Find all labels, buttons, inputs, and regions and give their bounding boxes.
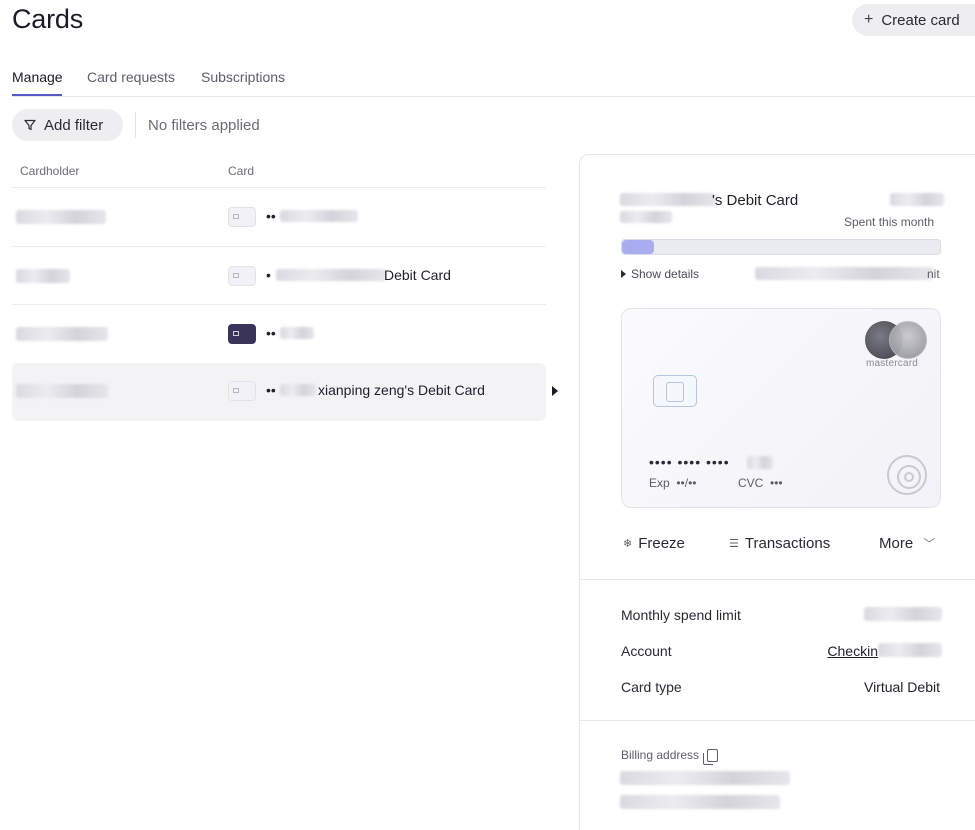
cardholder-name-redacted bbox=[16, 384, 108, 398]
freeze-button[interactable]: ❄ Freeze bbox=[623, 535, 685, 552]
card-title-redacted bbox=[620, 193, 716, 206]
card-cvc: CVC ••• bbox=[738, 476, 783, 490]
cardholder-name-redacted bbox=[16, 327, 108, 341]
contactless-icon bbox=[887, 455, 927, 495]
billing-address-header: Billing address bbox=[621, 748, 719, 765]
tab-subscriptions[interactable]: Subscriptions bbox=[201, 69, 285, 85]
chevron-down-icon: ﹀ bbox=[923, 537, 936, 551]
card-name-redacted bbox=[280, 384, 316, 396]
page-title: Cards bbox=[12, 4, 84, 34]
monthly-limit-label: Monthly spend limit bbox=[621, 607, 741, 623]
card-thumbnail bbox=[228, 266, 256, 286]
account-label: Account bbox=[621, 643, 672, 659]
card-number-last4-redacted bbox=[747, 456, 773, 469]
card-label: •• bbox=[266, 382, 276, 398]
active-tab-indicator bbox=[12, 94, 62, 96]
list-icon: ☰ bbox=[729, 538, 739, 550]
expand-triangle-icon bbox=[621, 270, 626, 278]
freeze-label: Freeze bbox=[638, 535, 685, 552]
card-name-redacted bbox=[280, 210, 358, 222]
more-dropdown[interactable]: More ﹀ bbox=[879, 535, 935, 552]
copy-icon[interactable] bbox=[703, 748, 719, 765]
table-row[interactable]: •• bbox=[12, 304, 546, 362]
exp-value: ••/•• bbox=[676, 476, 697, 490]
card-actions: ❄ Freeze ☰ Transactions More ﹀ bbox=[621, 535, 951, 559]
card-title: 's Debit Card bbox=[712, 192, 799, 209]
card-detail-panel: 's Debit Card Spent this month Show deta… bbox=[579, 154, 975, 830]
card-name-redacted bbox=[280, 327, 314, 339]
filter-status: No filters applied bbox=[148, 117, 260, 134]
divider bbox=[580, 579, 975, 580]
card-subtitle-redacted bbox=[620, 211, 672, 223]
monthly-limit-value-redacted bbox=[864, 607, 942, 621]
column-header-cardholder: Cardholder bbox=[20, 164, 80, 178]
card-label-suffix: xianping zeng's Debit Card bbox=[318, 382, 485, 398]
create-card-button[interactable]: + Create card bbox=[852, 4, 975, 36]
filter-divider bbox=[135, 112, 136, 138]
card-name-redacted bbox=[276, 269, 386, 281]
table-row[interactable]: • Debit Card bbox=[12, 246, 546, 304]
table-row[interactable]: •• xianping zeng's Debit Card bbox=[12, 363, 546, 421]
column-header-card: Card bbox=[228, 164, 255, 178]
card-label: •• bbox=[266, 208, 276, 224]
cardholder-name-redacted bbox=[16, 269, 70, 283]
card-thumbnail bbox=[228, 207, 256, 227]
create-card-label: Create card bbox=[881, 11, 960, 29]
card-brand: mastercard bbox=[866, 358, 919, 369]
cardholder-name-redacted bbox=[16, 210, 106, 224]
divider bbox=[580, 720, 975, 721]
transactions-button[interactable]: ☰ Transactions bbox=[729, 535, 830, 552]
card-type-value: Virtual Debit bbox=[863, 679, 940, 695]
transactions-label: Transactions bbox=[744, 535, 831, 552]
card-thumbnail bbox=[228, 324, 256, 344]
show-details-label: Show details bbox=[631, 267, 700, 281]
spend-progress-fill bbox=[622, 240, 654, 254]
mastercard-logo-icon bbox=[865, 321, 929, 361]
emv-chip-icon bbox=[653, 375, 697, 407]
add-filter-label: Add filter bbox=[44, 116, 104, 134]
cvc-value: ••• bbox=[770, 476, 783, 490]
tab-manage[interactable]: Manage bbox=[12, 69, 63, 85]
limit-text-redacted bbox=[755, 267, 933, 280]
cvc-label: CVC bbox=[738, 476, 764, 490]
card-type-label: Card type bbox=[621, 679, 682, 695]
exp-label: Exp bbox=[649, 476, 670, 490]
card-number: •••• •••• •••• bbox=[649, 454, 730, 470]
card-label: • bbox=[266, 267, 271, 283]
tab-bar: Manage Card requests Subscriptions bbox=[12, 66, 975, 97]
card-exp: Exp ••/•• bbox=[649, 476, 697, 490]
spend-progress-bar bbox=[621, 239, 941, 255]
tab-card-requests[interactable]: Card requests bbox=[87, 69, 175, 85]
selected-row-caret-icon bbox=[552, 386, 558, 396]
add-filter-button[interactable]: Add filter bbox=[12, 109, 123, 141]
more-label: More bbox=[879, 535, 914, 552]
billing-address-line2-redacted bbox=[620, 795, 780, 809]
card-visual: mastercard •••• •••• •••• Exp ••/•• CVC … bbox=[621, 308, 941, 508]
billing-address-line1-redacted bbox=[620, 771, 790, 785]
account-link[interactable]: Checkin bbox=[827, 643, 878, 659]
plus-icon: + bbox=[864, 11, 874, 28]
table-row[interactable]: •• bbox=[12, 187, 546, 245]
card-label-suffix: Debit Card bbox=[384, 267, 451, 283]
show-details-toggle[interactable]: Show details bbox=[621, 267, 699, 281]
filter-icon bbox=[24, 119, 36, 131]
limit-text-suffix: nit bbox=[927, 267, 940, 281]
card-label: •• bbox=[266, 325, 276, 341]
card-thumbnail bbox=[228, 381, 256, 401]
spent-label: Spent this month bbox=[844, 215, 935, 229]
spent-amount-redacted bbox=[890, 193, 944, 206]
snowflake-icon: ❄ bbox=[623, 538, 633, 550]
billing-address-label: Billing address bbox=[621, 748, 700, 762]
account-value-redacted bbox=[878, 643, 942, 657]
